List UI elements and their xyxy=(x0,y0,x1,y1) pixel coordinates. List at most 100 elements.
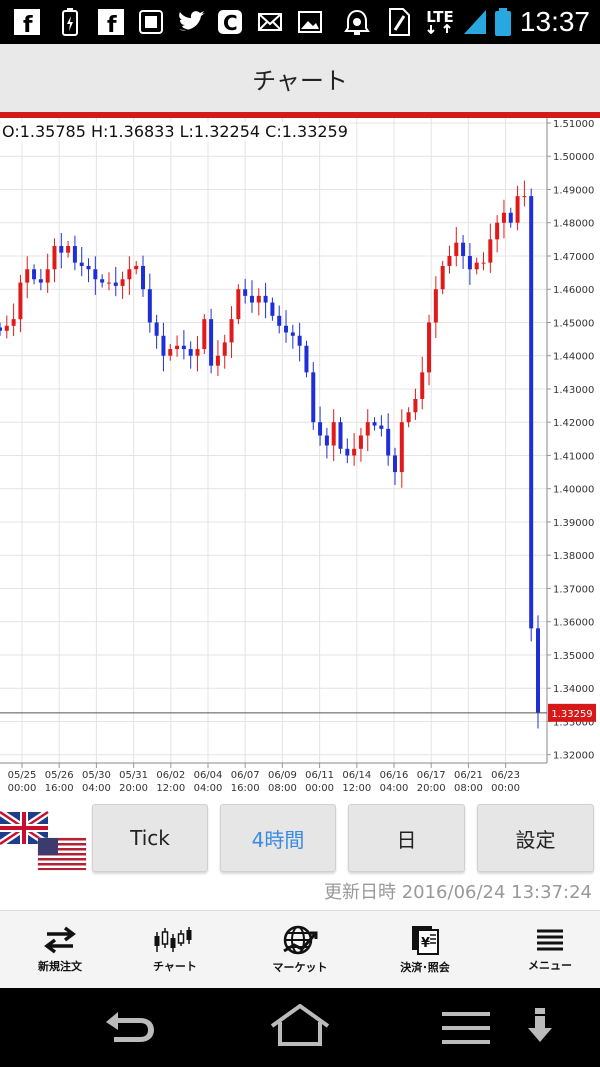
home-icon[interactable] xyxy=(268,1004,332,1048)
candle-body xyxy=(522,196,527,198)
candle-body xyxy=(352,448,357,456)
candle-body xyxy=(284,325,289,333)
candle-body xyxy=(209,319,214,366)
mail-icon xyxy=(257,9,283,35)
four-hour-button[interactable]: 4時間 xyxy=(220,804,336,872)
candle-body xyxy=(32,269,37,280)
y-tick-label: 1.44000 xyxy=(553,352,594,363)
x-tick-label: 20:00 xyxy=(119,783,148,794)
swap-arrows-icon xyxy=(44,926,76,954)
x-tick-label: 06/21 xyxy=(454,770,483,781)
candle-body xyxy=(52,246,57,270)
candle-body xyxy=(461,242,466,256)
recent-apps-icon[interactable] xyxy=(438,1010,494,1046)
candle-body xyxy=(399,422,404,473)
y-tick-label: 1.49000 xyxy=(553,185,594,196)
candle-body xyxy=(488,239,493,263)
facebook-icon: f xyxy=(96,9,126,35)
nav-chart[interactable]: チャート xyxy=(115,911,235,989)
price-chart[interactable]: 1.51000 1.50000 1.49000 1.48000 1.47000 1.460… xyxy=(0,118,600,800)
candle-body xyxy=(188,349,193,356)
tick-button[interactable]: Tick xyxy=(92,804,208,872)
nav-new-order[interactable]: 新規注文 xyxy=(0,911,120,989)
svg-text:f: f xyxy=(107,13,117,35)
candle-body xyxy=(236,289,241,320)
y-tick-label: 1.34000 xyxy=(553,684,594,695)
x-tick-label: 06/04 xyxy=(194,770,223,781)
candle-body xyxy=(324,435,329,446)
candle-body xyxy=(467,255,472,270)
candle-body xyxy=(18,282,23,320)
candle-body xyxy=(134,265,139,270)
candle-body xyxy=(311,372,316,423)
candle-body xyxy=(304,345,309,373)
nav-menu[interactable]: メニュー xyxy=(490,911,600,989)
candle-body xyxy=(345,448,350,456)
y-tick-label: 1.35000 xyxy=(553,651,594,662)
nav-market[interactable]: マーケット xyxy=(240,911,360,989)
menu-icon xyxy=(537,929,563,951)
candle-body xyxy=(0,327,2,331)
candle-body xyxy=(433,289,438,323)
candle-body xyxy=(413,398,418,413)
candle-body xyxy=(86,265,91,270)
candle-body xyxy=(243,289,248,296)
x-tick-label: 05/30 xyxy=(82,770,111,781)
x-tick-label: 04:00 xyxy=(194,783,223,794)
candle-body xyxy=(318,422,323,436)
candlestick-chart[interactable]: 1.51000 1.50000 1.49000 1.48000 1.47000 1.460… xyxy=(0,118,600,800)
ohlc-readout: O:1.35785 H:1.36833 L:1.32254 C:1.33259 xyxy=(2,122,348,141)
nav-label: メニュー xyxy=(528,959,572,972)
currency-pair-flags[interactable] xyxy=(0,804,88,874)
x-tick-label: 20:00 xyxy=(417,783,446,794)
app-icon xyxy=(138,9,164,35)
candle-body xyxy=(427,322,432,373)
x-tick-label: 04:00 xyxy=(82,783,111,794)
candle-body xyxy=(515,196,520,223)
title-bar: チャート xyxy=(0,44,600,112)
back-icon[interactable] xyxy=(100,1008,160,1048)
candle-body xyxy=(222,342,227,356)
network-indicator: LTE xyxy=(422,9,458,35)
battery-charge-icon xyxy=(58,8,82,36)
us-flag-icon xyxy=(37,837,87,871)
y-tick-label: 1.43000 xyxy=(553,385,594,396)
plot-area xyxy=(0,118,547,763)
candle-body xyxy=(249,295,254,303)
x-tick-label: 05/26 xyxy=(45,770,74,781)
day-button[interactable]: 日 xyxy=(348,804,465,872)
nav-settlement[interactable]: ¥ 決済･照会 xyxy=(365,911,485,989)
x-tick-label: 16:00 xyxy=(231,783,260,794)
download-arrow-icon[interactable] xyxy=(526,1006,554,1050)
x-tick-label: 06/02 xyxy=(156,770,185,781)
candle-body xyxy=(93,269,98,280)
candle-body xyxy=(100,279,105,283)
x-tick-label: 16:00 xyxy=(45,783,74,794)
candle-body xyxy=(202,319,207,350)
battery-icon xyxy=(494,8,512,36)
candle-body xyxy=(338,422,343,449)
twitter-icon xyxy=(176,9,208,35)
nav-label: マーケット xyxy=(272,961,328,974)
candle-body xyxy=(365,422,370,436)
candle-body xyxy=(372,422,377,426)
x-tick-label: 12:00 xyxy=(156,783,185,794)
svg-text:f: f xyxy=(23,13,33,35)
candle-body xyxy=(474,262,479,270)
settings-button[interactable]: 設定 xyxy=(477,804,594,872)
candle-body xyxy=(11,319,16,326)
candle-body xyxy=(358,435,363,449)
candle-body xyxy=(106,282,111,284)
y-tick-label: 1.47000 xyxy=(553,252,594,263)
candle-body xyxy=(147,289,152,323)
candle-body xyxy=(66,246,71,253)
timeframe-controls: Tick 4時間 日 設定 更新日時 2016/06/24 13:37:24 xyxy=(0,800,600,910)
candle-body xyxy=(195,349,200,356)
image-icon xyxy=(297,9,323,35)
y-tick-label: 1.36000 xyxy=(553,618,594,629)
candle-body xyxy=(154,322,159,336)
svg-text:C: C xyxy=(223,11,238,35)
app-icon: C xyxy=(216,9,244,35)
y-tick-label: 1.37000 xyxy=(553,584,594,595)
y-tick-label: 1.48000 xyxy=(553,219,594,230)
